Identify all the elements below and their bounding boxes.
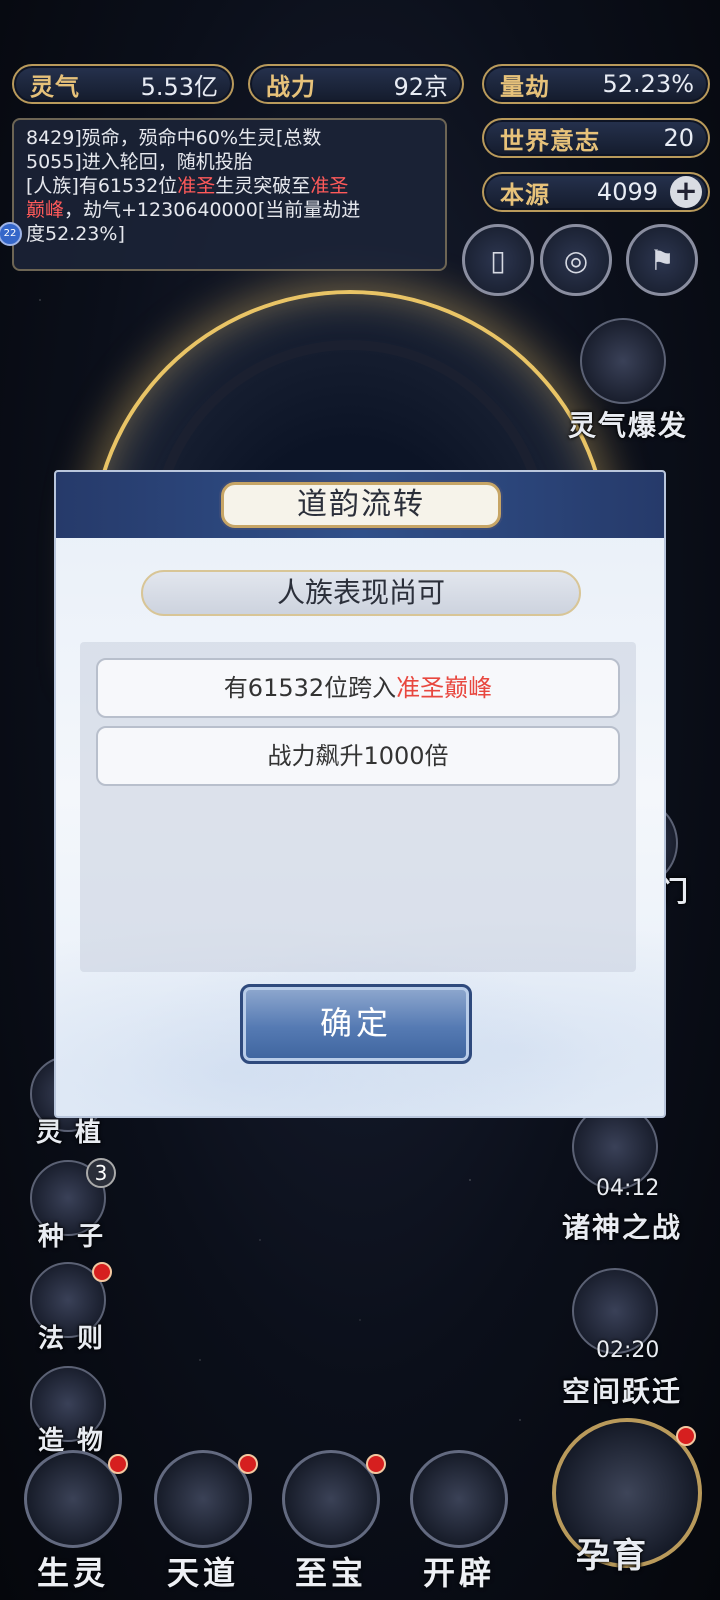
nav-yunyu-label[interactable]: 孕育 [576, 1528, 648, 1577]
war-timer: 04:12 [596, 1176, 660, 1201]
jump-timer: 02:20 [596, 1338, 660, 1363]
stat-benyuan-label: 本源 [500, 180, 550, 209]
jump-button-label[interactable]: 空间跃迁 [562, 1370, 682, 1410]
book-icon[interactable]: ▯ [462, 224, 534, 296]
vortex-icon[interactable]: ◎ [540, 224, 612, 296]
dialog-subtitle: 人族表现尚可 [141, 570, 581, 616]
add-benyuan-button[interactable]: + [670, 176, 702, 208]
confirm-button[interactable]: 确定 [240, 984, 472, 1064]
nav-zhibao[interactable]: 至宝 [276, 1450, 386, 1600]
stat-zhanli-value: 92京 [393, 72, 448, 101]
blade-icon [410, 1450, 508, 1548]
stat-lingqi-value: 5.53亿 [140, 72, 218, 101]
result-row: 战力飙升1000倍 [96, 726, 620, 786]
notification-dot [676, 1426, 696, 1446]
nav-tiandao-label: 天道 [166, 1554, 239, 1592]
notification-dot [108, 1454, 128, 1474]
nav-zhibao-label: 至宝 [294, 1554, 367, 1592]
notification-dot [92, 1262, 112, 1282]
stat-shijie-value: 20 [663, 124, 694, 152]
log-line: 度52.23%] [26, 223, 125, 245]
result-row: 有61532位跨入准圣巅峰 [96, 658, 620, 718]
log-line: 5055]进入轮回，随机投胎 [26, 151, 253, 173]
dialog-title: 道韵流转 [221, 482, 501, 528]
war-button-label[interactable]: 诸神之战 [562, 1206, 682, 1246]
stat-zhanli-label: 战力 [266, 72, 316, 101]
event-log[interactable]: 8429]殒命，殒命中60%生灵[总数 5055]进入轮回，随机投胎 [人族]有… [12, 118, 447, 271]
burst-button-label[interactable]: 灵气爆发 [568, 404, 688, 444]
seed-count-badge: 3 [86, 1158, 116, 1188]
stat-lingqi-label: 灵气 [30, 72, 80, 101]
star-burst-icon[interactable] [580, 318, 666, 404]
results-list: 有61532位跨入准圣巅峰 战力飙升1000倍 [80, 642, 636, 972]
flag-icon[interactable]: ⚑ [626, 224, 698, 296]
stat-benyuan[interactable]: 本源 4099 + [482, 172, 710, 212]
nav-kaipi-label: 开辟 [422, 1554, 495, 1592]
stat-liangjie-label: 量劫 [500, 72, 550, 101]
log-line: 巅峰，劫气+1230640000[当前量劫进 [26, 199, 361, 221]
stat-liangjie-value: 52.23% [602, 70, 694, 98]
log-line: 8429]殒命，殒命中60%生灵[总数 [26, 127, 322, 149]
nav-shengling[interactable]: 生灵 [18, 1450, 128, 1600]
seed-button-label[interactable]: 种 子 [38, 1216, 105, 1253]
notification-dot [366, 1454, 386, 1474]
law-button-label[interactable]: 法 则 [38, 1318, 105, 1355]
stat-liangjie[interactable]: 量劫 52.23% [482, 64, 710, 104]
nav-tiandao[interactable]: 天道 [148, 1450, 258, 1600]
stat-benyuan-value: 4099 [596, 178, 658, 206]
log-line: [人族]有61532位准圣生灵突破至准圣 [26, 175, 349, 197]
stat-shijie[interactable]: 世界意志 20 [482, 118, 710, 158]
stat-lingqi: 灵气 5.53亿 [12, 64, 234, 104]
nav-shengling-label: 生灵 [36, 1554, 109, 1592]
notification-dot [238, 1454, 258, 1474]
stat-shijie-label: 世界意志 [500, 126, 600, 155]
result-dialog: 道韵流转 人族表现尚可 有61532位跨入准圣巅峰 战力飙升1000倍 确定 [54, 470, 666, 1118]
nav-kaipi[interactable]: 开辟 [404, 1450, 514, 1600]
stat-zhanli: 战力 92京 [248, 64, 464, 104]
